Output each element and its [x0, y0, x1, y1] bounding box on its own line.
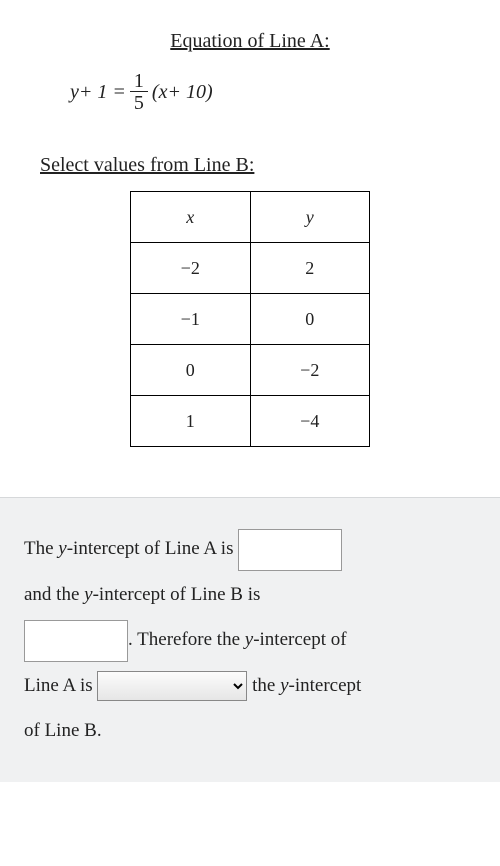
- answer-var: y: [58, 538, 66, 559]
- answer-var: y: [280, 675, 288, 696]
- answer-text: and the: [24, 584, 84, 605]
- table-cell-x: 0: [131, 345, 251, 396]
- equation-line-a: y + 1 = 1 5 ( x + 10): [40, 71, 460, 114]
- answer-line-2: and the y-intercept of Line B is: [24, 572, 480, 618]
- answer-var: y: [84, 584, 92, 605]
- equation-lhs-rest: + 1 =: [79, 81, 126, 104]
- answer-text: -intercept of Line A is: [67, 538, 238, 559]
- fraction-numerator: 1: [130, 71, 148, 92]
- table-cell-y: −2: [250, 345, 370, 396]
- heading-line-b: Select values from Line B:: [40, 154, 460, 177]
- table-cell-y: 0: [250, 294, 370, 345]
- values-table: x y −2 2 −1 0 0 −2 1 −4: [130, 191, 370, 447]
- table-cell-x: −2: [131, 243, 251, 294]
- y-intercept-b-input[interactable]: [24, 620, 128, 662]
- equation-rhs-rest: + 10): [167, 81, 212, 104]
- answer-line-5: of Line B.: [24, 708, 480, 754]
- answer-text: . Therefore the: [128, 629, 245, 650]
- problem-area: Equation of Line A: y + 1 = 1 5 ( x + 10…: [0, 0, 500, 497]
- answer-box: The y-intercept of Line A is and the y-i…: [0, 497, 500, 782]
- fraction-denominator: 5: [130, 92, 148, 114]
- table-header-y: y: [250, 192, 370, 243]
- table-row: −2 2: [131, 243, 370, 294]
- table-row: 0 −2: [131, 345, 370, 396]
- table-cell-x: −1: [131, 294, 251, 345]
- equation-lhs-var: y: [70, 81, 79, 104]
- equation-paren-open: (: [152, 81, 159, 104]
- table-header-row: x y: [131, 192, 370, 243]
- answer-text: -intercept: [289, 675, 362, 696]
- answer-text: of Line B.: [24, 720, 102, 741]
- answer-text: The: [24, 538, 58, 559]
- answer-text: -intercept of Line B is: [93, 584, 261, 605]
- equation-rhs-var: x: [159, 81, 168, 104]
- table-header-x: x: [131, 192, 251, 243]
- answer-var: y: [245, 629, 253, 650]
- comparison-dropdown[interactable]: [97, 671, 247, 701]
- answer-text: Line A is: [24, 675, 97, 696]
- answer-line-4: Line A is the y-intercept: [24, 663, 480, 709]
- table-row: 1 −4: [131, 396, 370, 447]
- heading-line-a: Equation of Line A:: [40, 30, 460, 53]
- answer-text: the: [247, 675, 280, 696]
- table-cell-y: 2: [250, 243, 370, 294]
- equation-fraction: 1 5: [130, 71, 148, 114]
- table-cell-x: 1: [131, 396, 251, 447]
- y-intercept-a-input[interactable]: [238, 529, 342, 571]
- table-row: −1 0: [131, 294, 370, 345]
- table-cell-y: −4: [250, 396, 370, 447]
- answer-text: -intercept of: [253, 629, 346, 650]
- answer-line-3: . Therefore the y-intercept of: [24, 617, 480, 663]
- answer-line-1: The y-intercept of Line A is: [24, 526, 480, 572]
